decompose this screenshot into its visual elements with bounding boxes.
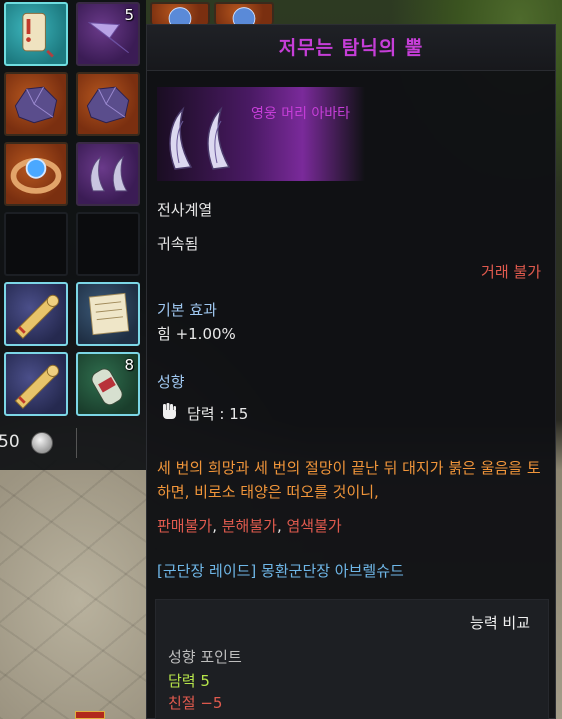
scroll-icon [14, 294, 59, 340]
inventory-slot-scroll[interactable] [4, 2, 68, 66]
inventory-slot-crystal[interactable] [150, 2, 210, 24]
currency-amount: 50 [0, 432, 20, 452]
inventory-slot-bracelet[interactable] [4, 142, 68, 206]
inventory-slot-empty[interactable] [76, 212, 140, 276]
item-source: [군단장 레이드] 몽환군단장 아브렐슈드 [157, 562, 404, 580]
inventory-slot-crystal[interactable] [214, 2, 274, 24]
item-grade-type: 영웅 머리 아바타 [251, 106, 351, 122]
inventory-slot-potion[interactable]: 8 [76, 352, 140, 416]
horns-icon [169, 106, 231, 170]
scroll-icon [22, 12, 54, 58]
tendency-points-label: 성향 포인트 [168, 648, 242, 666]
tendency-label: 성향 [157, 373, 185, 391]
item-title: 저무는 탐닉의 뿔 [147, 25, 555, 71]
paper-note-icon [88, 292, 130, 336]
restriction-dismantle: 분해불가 [221, 517, 277, 535]
silver-coin-icon [31, 432, 53, 454]
divider [76, 428, 77, 458]
restriction-dye: 염색불가 [286, 517, 342, 535]
inventory-slot-ore[interactable] [76, 72, 140, 136]
horns-icon [90, 155, 128, 192]
ground-texture [0, 460, 160, 719]
restrictions: 판매불가, 분해불가, 염색불가 [157, 517, 342, 535]
currency-bar: 50 [0, 428, 146, 458]
tendency-loss: 친절 −5 [168, 694, 223, 712]
inventory-slot-scroll[interactable] [4, 352, 68, 416]
inventory-slot-empty[interactable] [4, 212, 68, 276]
gem-bracelet-icon [10, 158, 62, 194]
inventory-slot-feather[interactable]: 5 [76, 2, 140, 66]
fist-icon [163, 403, 176, 419]
slot-count: 8 [124, 356, 134, 374]
slot-count: 5 [124, 6, 134, 24]
ore-icon [86, 86, 130, 124]
inventory-slot-scroll[interactable] [4, 282, 68, 346]
inventory-slot-note[interactable] [76, 282, 140, 346]
item-banner [157, 87, 365, 181]
flavor-text: 세 번의 희망과 세 번의 절망이 끝난 뒤 대지가 붉은 울음을 토하면, 비… [157, 459, 541, 501]
inventory-panel: 5 8 [0, 0, 146, 470]
scroll-icon [14, 364, 59, 410]
ability-compare-panel: 능력 비교 성향 포인트 담력 5 친절 −5 [155, 599, 549, 719]
quickslot-icon[interactable] [75, 711, 105, 719]
crystal-icon [232, 7, 256, 24]
inventory-slot-avatar[interactable] [76, 142, 140, 206]
compare-title: 능력 비교 [470, 614, 530, 632]
crystal-icon [168, 7, 192, 24]
item-tooltip: 저무는 탐닉의 뿔 영웅 머리 아바타 전사계열 귀속됨 거래 불가 기본 효과… [146, 24, 556, 719]
class-requirement: 전사계열 [157, 201, 213, 219]
bind-status: 귀속됨 [157, 235, 199, 253]
restriction-sell: 판매불가 [157, 517, 213, 535]
tendency-value: 담력 : 15 [187, 405, 249, 423]
ore-icon [14, 86, 58, 124]
inventory-slot-ore[interactable] [4, 72, 68, 136]
trade-status: 거래 불가 [481, 263, 541, 281]
base-effect-value: 힘 +1.00% [157, 325, 236, 343]
base-effect-label: 기본 효과 [157, 301, 217, 319]
tendency-gain: 담력 5 [168, 672, 210, 690]
